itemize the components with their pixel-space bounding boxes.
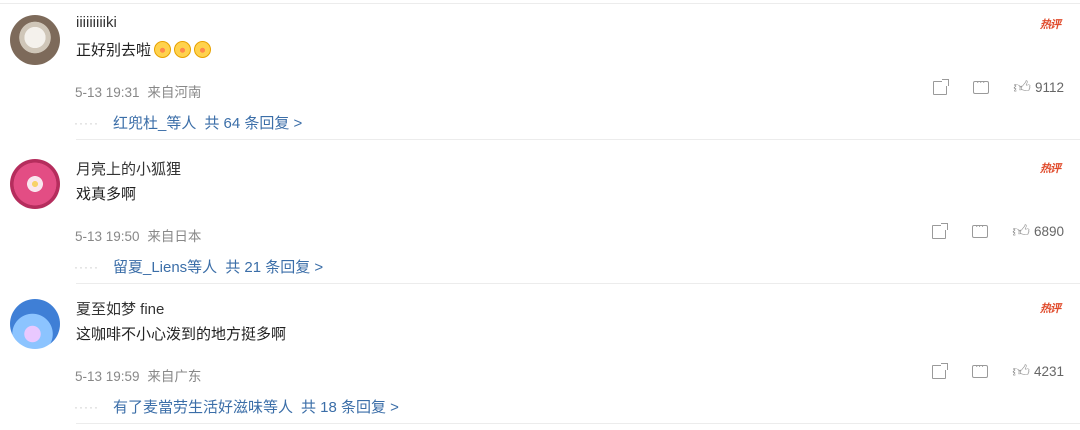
replies-link[interactable]: ····· 留夏_Liens等人 共 21 条回复 > (74, 256, 323, 277)
location: 来自广东 (147, 369, 202, 384)
reply-users[interactable]: 留夏_Liens等人 (113, 256, 217, 277)
comment-text-body: 戏真多啊 (76, 186, 137, 203)
avatar[interactable] (10, 299, 60, 349)
comment-text-body: 这咖啡不小心泼到的地方挺多啊 (76, 326, 287, 343)
reply-dots-icon: ····· (74, 259, 99, 274)
timestamp: 5-13 19:31 (75, 85, 140, 100)
username[interactable]: iiiiiiiiiki (76, 14, 117, 31)
username[interactable]: 月亮上的小狐狸 (76, 158, 181, 179)
comment-actions: 👍︎ 6890 (932, 221, 1064, 240)
share-icon[interactable] (932, 222, 949, 239)
like-count: 9112 (1034, 80, 1064, 95)
location: 来自河南 (147, 85, 202, 100)
comment-item: 月亮上的小狐狸 戏真多啊 热评 5-13 19:50 来自日本 👍︎ 6890 … (0, 144, 1080, 284)
comment-text-body: 正好别去啦 (76, 42, 152, 59)
thumbs-up-icon[interactable]: 👍︎ (1012, 363, 1030, 380)
comment-item: 夏至如梦 fine 这咖啡不小心泼到的地方挺多啊 热评 5-13 19:59 来… (0, 284, 1080, 424)
avatar[interactable] (10, 159, 60, 209)
location: 来自日本 (147, 229, 202, 244)
timestamp: 5-13 19:50 (75, 229, 140, 244)
comment-text: 戏真多啊 (76, 183, 136, 204)
avatar[interactable] (10, 15, 60, 65)
crying-face-icon (174, 41, 192, 58)
like-count: 6890 (1033, 224, 1064, 239)
comment-meta: 5-13 19:31 来自河南 (75, 81, 201, 101)
hot-comment-badge: 热评 (1040, 19, 1061, 31)
comment-meta: 5-13 19:50 来自日本 (75, 225, 201, 245)
replies-link[interactable]: ····· 有了麦當劳生活好滋味等人 共 18 条回复 > (74, 396, 399, 417)
reply-count[interactable]: 共 18 条回复 > (301, 396, 399, 417)
hot-comment-badge: 热评 (1040, 163, 1061, 175)
comment-text: 正好别去啦 (76, 39, 212, 60)
reply-count[interactable]: 共 21 条回复 > (225, 256, 323, 277)
comment-divider (76, 139, 1080, 140)
comment-divider (76, 423, 1080, 424)
comment-actions: 👍︎ 4231 (932, 361, 1064, 380)
timestamp: 5-13 19:59 (75, 369, 140, 384)
comment-meta: 5-13 19:59 来自广东 (75, 365, 201, 385)
comment-icon[interactable] (973, 77, 990, 94)
comment-icon[interactable] (972, 221, 989, 238)
reply-dots-icon: ····· (74, 115, 99, 130)
hot-comment-badge: 热评 (1040, 303, 1061, 315)
reply-dots-icon: ····· (74, 399, 99, 414)
share-icon[interactable] (933, 78, 950, 95)
comment-actions: 👍︎ 9112 (933, 77, 1064, 96)
replies-link[interactable]: ····· 红兜杜_等人 共 64 条回复 > (74, 112, 302, 133)
thumbs-up-icon[interactable]: 👍︎ (1013, 79, 1031, 96)
reply-users[interactable]: 有了麦當劳生活好滋味等人 (113, 396, 293, 417)
comment-text: 这咖啡不小心泼到的地方挺多啊 (76, 323, 286, 344)
share-icon[interactable] (932, 362, 949, 379)
thumbs-up-icon[interactable]: 👍︎ (1012, 223, 1030, 240)
like-count: 4231 (1033, 364, 1064, 379)
comment-icon[interactable] (972, 361, 989, 378)
reply-users[interactable]: 红兜杜_等人 (113, 112, 196, 133)
crying-face-icon (154, 41, 172, 58)
reply-count[interactable]: 共 64 条回复 > (204, 112, 302, 133)
crying-face-icon (194, 41, 212, 58)
comment-item: iiiiiiiiiki 正好别去啦 热评 5-13 19:31 来自河南 👍︎ … (0, 0, 1080, 140)
username[interactable]: 夏至如梦 fine (76, 298, 164, 319)
